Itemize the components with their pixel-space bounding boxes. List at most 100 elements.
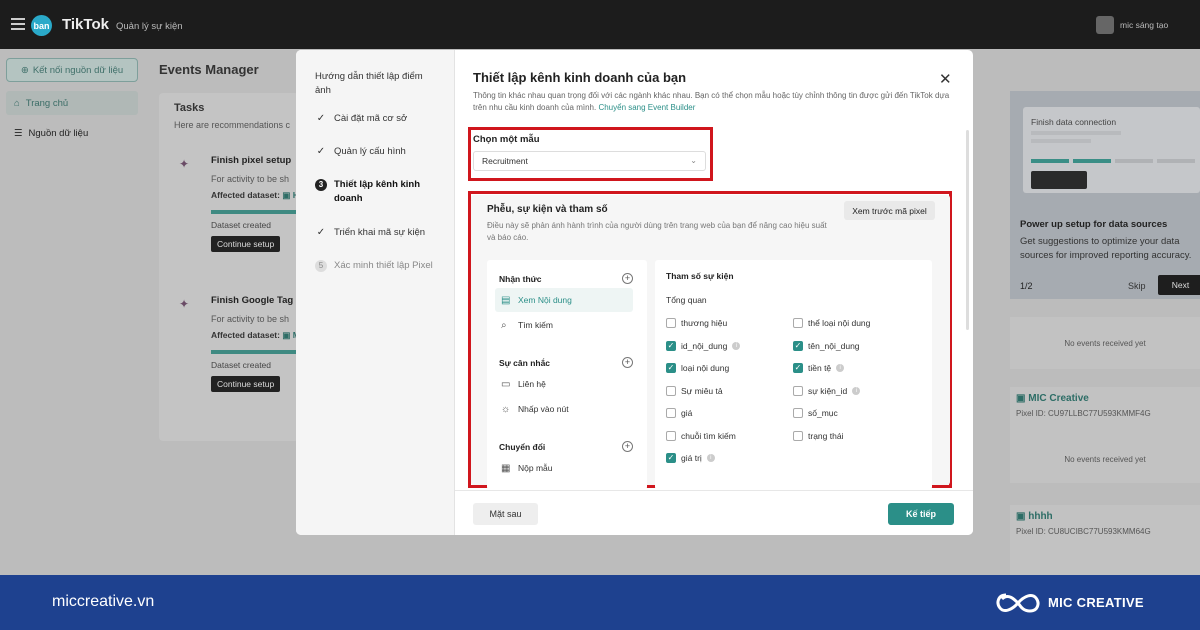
brand-name: MIC CREATIVE: [1048, 595, 1144, 610]
step-item[interactable]: ✓ Triển khai mã sự kiện: [315, 226, 445, 240]
template-label: Chọn một mẫu: [473, 134, 540, 145]
info-icon[interactable]: i: [732, 341, 741, 350]
steps-title: Hướng dẫn thiết lập điểm ảnh: [315, 71, 423, 96]
event-item-submit-form[interactable]: ▦ Nộp mẫu: [495, 456, 633, 480]
task-affected: Affected dataset: ▣ M: [211, 330, 300, 340]
checkbox-icon[interactable]: [666, 318, 676, 328]
onboarding-page: 1/2: [1020, 281, 1033, 291]
param-label: tên_nội_dung: [808, 340, 860, 351]
add-event-icon[interactable]: +: [622, 357, 633, 368]
close-icon[interactable]: ✕: [939, 70, 952, 88]
content-icon: ▤: [501, 294, 511, 306]
param-checkbox[interactable]: ✓ tên_nội_dung: [793, 340, 860, 351]
hamburger-icon[interactable]: [11, 18, 25, 33]
param-checkbox[interactable]: thể loại nội dung: [793, 318, 870, 328]
checkbox-icon[interactable]: [666, 430, 676, 441]
plus-circle-icon: ⊕: [20, 64, 29, 76]
param-checkbox[interactable]: chuỗi tìm kiếm: [666, 430, 736, 441]
page-title: Events Manager: [159, 62, 259, 77]
event-item-view-content[interactable]: ▤ Xem Nội dung: [495, 288, 633, 312]
funnel-section: Phễu, sự kiện và tham số Điều này sẽ phả…: [471, 195, 950, 490]
param-checkbox[interactable]: ✓ loại nội dung: [666, 363, 729, 373]
sidebar-item-home[interactable]: ⌂ Trang chủ: [6, 91, 138, 115]
param-checkbox[interactable]: trạng thái: [793, 430, 844, 441]
step-item[interactable]: 5 Xác minh thiết lập Pixel: [315, 259, 445, 273]
preview-pixel-code-button[interactable]: Xem trước mã pixel: [844, 201, 935, 220]
checkbox-checked-icon[interactable]: ✓: [666, 453, 676, 463]
param-checkbox[interactable]: giá: [666, 408, 692, 418]
checkbox-icon[interactable]: [793, 408, 803, 418]
event-item-click-button[interactable]: ☼ Nhấp vào nút: [495, 397, 633, 421]
task-desc: For activity to be sh: [211, 314, 290, 324]
pixel-name[interactable]: ▣ MIC Creative: [1016, 393, 1089, 404]
task-title: Finish pixel setup: [211, 155, 292, 166]
param-checkbox[interactable]: Sự miêu tả: [666, 385, 723, 396]
checkbox-checked-icon[interactable]: ✓: [666, 363, 676, 373]
event-list: Nhận thức + ▤ Xem Nội dung ⌕ Tìm kiếm Sự…: [487, 260, 647, 490]
event-label: Liên hệ: [518, 379, 546, 389]
checkbox-checked-icon[interactable]: ✓: [793, 363, 803, 373]
onboarding-next-button[interactable]: Next: [1158, 275, 1200, 295]
later-button[interactable]: Mặt sau: [473, 503, 538, 525]
checkbox-icon[interactable]: [793, 318, 803, 328]
info-icon[interactable]: i: [836, 364, 845, 372]
param-checkbox[interactable]: ✓ id_nội_dung i: [666, 340, 741, 351]
checkbox-checked-icon[interactable]: ✓: [793, 340, 803, 351]
param-label: thương hiệu: [681, 318, 728, 328]
info-icon[interactable]: i: [706, 454, 715, 462]
task-title: Finish Google Tag M: [211, 295, 304, 306]
param-checkbox[interactable]: số_mục: [793, 408, 838, 418]
no-events-text: No events received yet: [1064, 455, 1146, 464]
template-select[interactable]: Recruitment ⌄: [473, 151, 706, 171]
event-item-search[interactable]: ⌕ Tìm kiếm: [495, 313, 633, 337]
sidebar-item-data-sources[interactable]: ☰ Nguồn dữ liệu: [6, 121, 138, 145]
step-item[interactable]: ✓ Quản lý cấu hình: [315, 145, 445, 159]
funnel-category: Nhận thức: [499, 274, 542, 284]
add-event-icon[interactable]: +: [622, 441, 633, 452]
task-progress-bar: [211, 350, 299, 354]
param-checkbox[interactable]: ✓ giá trị i: [666, 453, 715, 463]
continue-setup-button[interactable]: Continue setup: [211, 376, 281, 392]
add-event-icon[interactable]: +: [622, 273, 633, 284]
setup-modal: Hướng dẫn thiết lập điểm ảnh ✓ Cài đặt m…: [296, 50, 973, 535]
checkbox-icon[interactable]: [666, 385, 676, 396]
event-builder-link[interactable]: Chuyển sang Event Builder: [598, 103, 695, 112]
onboarding-desc: Get suggestions to optimize your data so…: [1020, 236, 1192, 261]
onboarding-card: Finish data connection Power up setup fo…: [1010, 91, 1200, 299]
connect-data-source-button[interactable]: ⊕ Kết nối nguồn dữ liệu: [6, 58, 138, 82]
tiktok-logo[interactable]: TikTok: [62, 16, 109, 33]
pixel-name[interactable]: ▣ hhhh: [1016, 511, 1053, 522]
step-item[interactable]: ✓ Cài đặt mã cơ sở: [315, 112, 445, 126]
pixel-card: ▣ hhhh Pixel ID: CU8UCIBC77U593KMM64G: [1010, 505, 1200, 575]
param-checkbox[interactable]: thương hiệu: [666, 318, 727, 328]
step-label: Cài đặt mã cơ sở: [334, 113, 408, 124]
task-status: Dataset created: [211, 360, 272, 370]
info-icon[interactable]: i: [852, 386, 861, 395]
sidebar-item-label: Nguồn dữ liệu: [28, 127, 89, 139]
setup-steps: Hướng dẫn thiết lập điểm ảnh ✓ Cài đặt m…: [296, 50, 455, 535]
account-menu[interactable]: mic sáng tạo: [1096, 16, 1168, 34]
step-item[interactable]: 3 Thiết lập kênh kinh doanh: [315, 178, 445, 206]
connect-label: Kết nối nguồn dữ liệu: [32, 64, 124, 76]
brand-footer: miccreative.vn MIC CREATIVE: [0, 575, 1200, 630]
checkbox-icon[interactable]: [666, 408, 676, 418]
event-label: Tìm kiếm: [518, 320, 553, 330]
continue-setup-button[interactable]: Continue setup: [211, 236, 281, 252]
param-label: trạng thái: [808, 430, 844, 441]
skip-button[interactable]: Skip: [1128, 281, 1146, 291]
modal-footer: Mặt sau Kế tiếp: [455, 490, 973, 535]
param-checkbox[interactable]: ✓ tiền tệ i: [793, 363, 845, 373]
pixel-icon: ✦: [179, 157, 190, 171]
next-button[interactable]: Kế tiếp: [888, 503, 954, 525]
param-checkbox[interactable]: sự kiện_id i: [793, 385, 861, 396]
template-value: Recruitment: [482, 156, 528, 166]
avatar: [1096, 16, 1114, 34]
modal-scrollbar[interactable]: [966, 130, 969, 330]
checkbox-icon[interactable]: [793, 430, 803, 441]
param-label: giá: [681, 408, 693, 418]
click-icon: ☼: [501, 403, 511, 415]
checkbox-checked-icon[interactable]: ✓: [666, 340, 676, 351]
param-label: số_mục: [808, 408, 838, 418]
checkbox-icon[interactable]: [793, 385, 803, 396]
event-item-contact[interactable]: ▭ Liên hệ: [495, 372, 633, 396]
